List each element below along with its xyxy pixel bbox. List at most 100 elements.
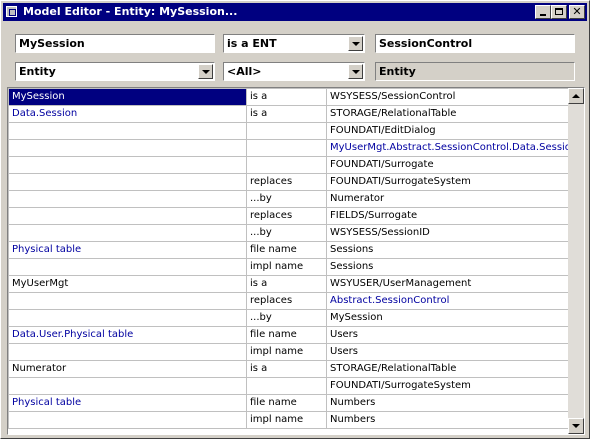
table-row[interactable]: MyUserMgt is a WSYUSER/UserManagement [8,275,569,293]
table-row[interactable]: Data.User.Physical table file name Users [8,326,569,344]
table-cell-c1[interactable]: Physical table [8,394,247,412]
table-cell-c2[interactable]: ...by [246,309,327,327]
table-cell-c1[interactable] [8,156,247,174]
table-cell-c1[interactable] [8,122,247,140]
close-button[interactable]: ✕ [569,5,585,19]
title-bar[interactable]: Model Editor - Entity: MySession... ✕ [3,3,587,21]
table-cell-c2[interactable]: is a [246,88,327,106]
minimize-button[interactable] [535,5,551,19]
maximize-icon [555,8,563,15]
table-cell-c3[interactable]: Users [326,326,569,344]
entity-name-field[interactable]: MySession [15,34,215,53]
table-row[interactable]: MySession is a WSYSESS/SessionControl [8,88,569,106]
table-row[interactable]: FOUNDATI/EditDialog [8,122,569,140]
table-cell-c3[interactable]: STORAGE/RelationalTable [326,105,569,123]
table-cell-c2[interactable]: is a [246,360,327,378]
maximize-button[interactable] [551,5,567,19]
table-cell-c3[interactable]: WSYUSER/UserManagement [326,275,569,293]
table-cell-c2[interactable]: replaces [246,207,327,225]
table-cell-c2[interactable] [246,377,327,395]
table-cell-c2[interactable]: is a [246,275,327,293]
table-row[interactable]: impl name Users [8,343,569,361]
table-row[interactable]: impl name Sessions [8,258,569,276]
properties-grid[interactable]: MySession is a WSYSESS/SessionControl Data.… [7,87,585,435]
table-cell-c3[interactable]: Abstract.SessionControl [326,292,569,310]
table-cell-c2[interactable]: ...by [246,190,327,208]
table-row[interactable]: MyUserMgt.Abstract.SessionControl.Data.S… [8,139,569,157]
table-cell-c2[interactable]: impl name [246,411,327,429]
table-cell-c1[interactable]: Data.User.Physical table [8,326,247,344]
window-icon[interactable] [6,6,17,17]
table-cell-c2[interactable]: replaces [246,173,327,191]
table-cell-c1[interactable] [8,139,247,157]
table-cell-c2[interactable]: file name [246,241,327,259]
table-cell-c3[interactable]: Sessions [326,241,569,259]
table-cell-c1[interactable] [8,173,247,191]
table-cell-c1[interactable] [8,258,247,276]
window-title: Model Editor - Entity: MySession... [23,5,238,18]
table-row[interactable]: replaces FIELDS/Surrogate [8,207,569,225]
table-cell-c2[interactable]: replaces [246,292,327,310]
table-row[interactable]: replaces Abstract.SessionControl [8,292,569,310]
table-row[interactable]: FOUNDATI/SurrogateSystem [8,377,569,395]
table-row[interactable]: Physical table file name Sessions [8,241,569,259]
table-cell-c1[interactable]: Numerator [8,360,247,378]
table-cell-c1[interactable] [8,377,247,395]
table-cell-c3[interactable]: FIELDS/Surrogate [326,207,569,225]
chevron-down-icon[interactable] [198,64,213,79]
table-cell-c2[interactable] [246,156,327,174]
table-cell-c2[interactable]: ...by [246,224,327,242]
table-cell-c3[interactable]: MyUserMgt.Abstract.SessionControl.Data.S… [326,139,569,157]
table-cell-c3[interactable]: FOUNDATI/EditDialog [326,122,569,140]
table-row[interactable]: replaces FOUNDATI/SurrogateSystem [8,173,569,191]
table-cell-c3[interactable]: Sessions [326,258,569,276]
table-cell-c1[interactable]: MySession [8,88,247,106]
table-cell-c3[interactable]: FOUNDATI/Surrogate [326,156,569,174]
table-cell-c1[interactable] [8,411,247,429]
table-cell-c3[interactable]: MySession [326,309,569,327]
table-cell-c3[interactable]: WSYSESS/SessionID [326,224,569,242]
scroll-up-icon[interactable] [568,88,584,104]
table-cell-c2[interactable]: is a [246,105,327,123]
chevron-down-icon[interactable] [348,64,363,79]
table-row[interactable]: Numerator is a STORAGE/RelationalTable [8,360,569,378]
table-cell-c2[interactable]: impl name [246,258,327,276]
table-cell-c2[interactable]: file name [246,394,327,412]
table-cell-c2[interactable]: file name [246,326,327,344]
vertical-scrollbar[interactable] [568,88,584,434]
table-row[interactable]: ...by MySession [8,309,569,327]
kind-select[interactable]: Entity [15,62,215,81]
table-cell-c1[interactable] [8,224,247,242]
table-cell-c2[interactable]: impl name [246,343,327,361]
chevron-down-icon[interactable] [348,36,363,51]
table-row[interactable]: ...by Numerator [8,190,569,208]
relation-select[interactable]: is a ENT [223,34,365,53]
table-cell-c3[interactable]: Numbers [326,394,569,412]
table-row[interactable]: ...by WSYSESS/SessionID [8,224,569,242]
table-row[interactable]: impl name Numbers [8,411,569,429]
table-cell-c2[interactable] [246,122,327,140]
table-cell-c3[interactable]: WSYSESS/SessionControl [326,88,569,106]
table-cell-c3[interactable]: FOUNDATI/SurrogateSystem [326,377,569,395]
table-cell-c3[interactable]: FOUNDATI/SurrogateSystem [326,173,569,191]
table-cell-c1[interactable]: MyUserMgt [8,275,247,293]
table-row[interactable]: Data.Session is a STORAGE/RelationalTable [8,105,569,123]
table-cell-c3[interactable]: Numerator [326,190,569,208]
filter-select[interactable]: <All> [223,62,365,81]
table-cell-c3[interactable]: Numbers [326,411,569,429]
table-row[interactable]: FOUNDATI/Surrogate [8,156,569,174]
table-cell-c1[interactable] [8,292,247,310]
scroll-down-icon[interactable] [568,418,584,434]
close-icon: ✕ [572,5,582,18]
table-cell-c1[interactable] [8,207,247,225]
table-cell-c2[interactable] [246,139,327,157]
table-cell-c1[interactable]: Data.Session [8,105,247,123]
table-row[interactable]: Physical table file name Numbers [8,394,569,412]
target-field[interactable]: SessionControl [375,34,575,53]
table-cell-c1[interactable] [8,309,247,327]
table-cell-c1[interactable] [8,190,247,208]
table-cell-c3[interactable]: STORAGE/RelationalTable [326,360,569,378]
table-cell-c1[interactable]: Physical table [8,241,247,259]
table-cell-c1[interactable] [8,343,247,361]
table-cell-c3[interactable]: Users [326,343,569,361]
